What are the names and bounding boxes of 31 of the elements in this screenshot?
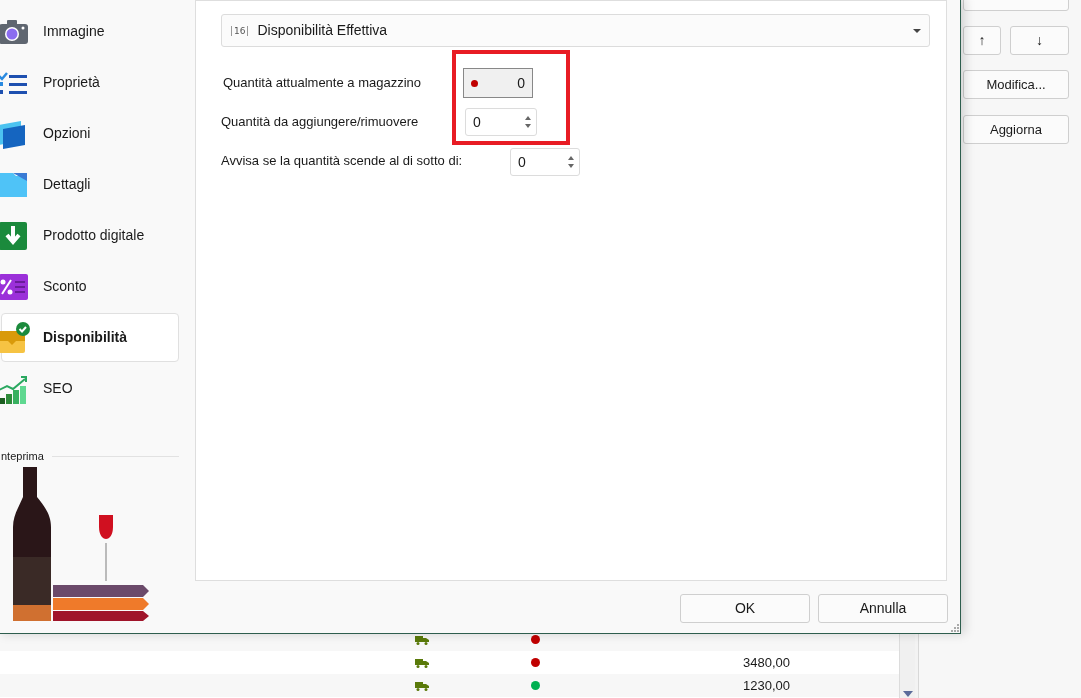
spin-arrows-icon xyxy=(568,156,574,168)
sidebar-item[interactable]: Opzioni xyxy=(1,109,179,158)
sidebar-item[interactable]: Prodotto digitale xyxy=(1,211,179,260)
field-label: Avvisa se la quantità scende al di sotto di: xyxy=(221,152,463,170)
panel-button[interactable]: Aggiorna xyxy=(963,115,1069,144)
preview-label: nteprima xyxy=(1,449,45,464)
move-button[interactable]: ↓ xyxy=(1010,26,1069,55)
truck-icon xyxy=(415,634,429,645)
sidebar-item[interactable]: Immagine xyxy=(1,7,179,56)
amount-cell-text: 3480,00 xyxy=(742,653,790,672)
sidebar-item[interactable]: SEO xyxy=(1,364,179,413)
truck-icon xyxy=(415,657,429,668)
spin-arrows-icon xyxy=(525,116,531,128)
mode-dropdown[interactable]: 16 Disponibilità Effettiva xyxy=(221,14,930,47)
dropdown-caret-icon xyxy=(913,28,921,33)
move-button[interactable]: ↑ xyxy=(963,26,1001,55)
number-spinner[interactable]: 0 xyxy=(510,148,580,176)
dialog-button[interactable]: OK xyxy=(680,594,810,623)
truck-icon xyxy=(415,680,429,691)
amount-cell-text: 1230,00 xyxy=(742,676,790,695)
dialog-button[interactable]: Annulla xyxy=(818,594,948,623)
sidebar-item[interactable]: Dettagli xyxy=(1,160,179,209)
quantity-display: 0 xyxy=(463,68,533,98)
sidebar-item[interactable]: Proprietà xyxy=(1,58,179,107)
sidebar-item[interactable]: Sconto xyxy=(1,262,179,311)
resize-grip-icon[interactable] xyxy=(951,624,959,632)
number-spinner[interactable]: 0 xyxy=(465,108,537,136)
sidebar-item[interactable]: Disponibilità xyxy=(1,313,179,362)
field-label: Quantità da aggiungere/rimuovere xyxy=(221,113,419,131)
panel-button[interactable]: Modifica... xyxy=(963,70,1069,99)
field-label: Quantità attualmente a magazzino xyxy=(223,74,421,92)
